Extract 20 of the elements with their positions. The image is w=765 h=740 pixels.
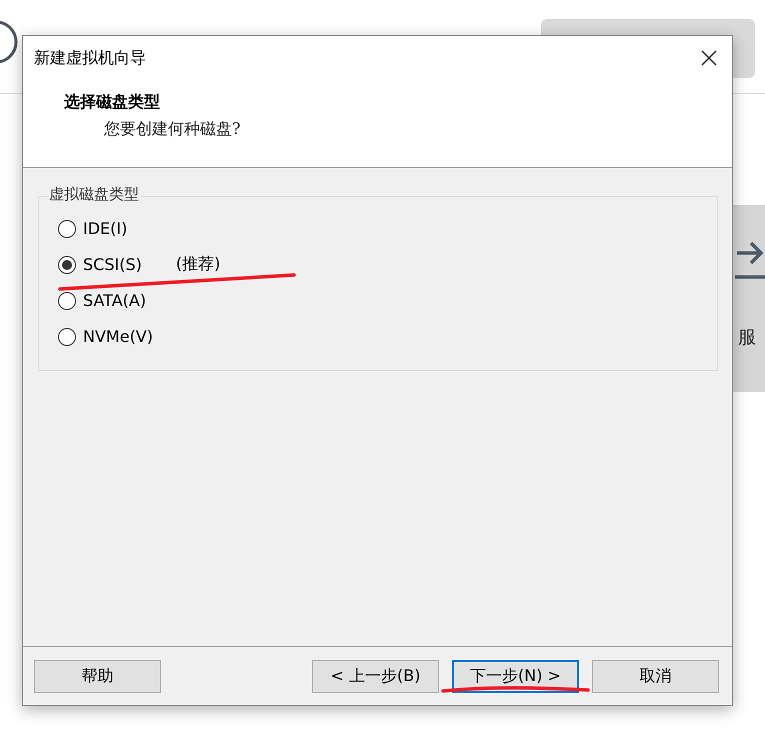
close-icon bbox=[701, 50, 717, 66]
side-panel[interactable]: 服 bbox=[733, 205, 765, 392]
radio-label[interactable]: SCSI(S) bbox=[83, 255, 142, 274]
radio-button[interactable] bbox=[58, 292, 76, 310]
radio-label[interactable]: NVMe(V) bbox=[83, 327, 153, 346]
arrow-icon bbox=[735, 241, 765, 281]
group-label: 虚拟磁盘类型 bbox=[47, 185, 141, 204]
radio-label[interactable]: IDE(I) bbox=[83, 219, 128, 238]
step-title: 选择磁盘类型 bbox=[64, 91, 161, 113]
step-subtitle: 您要创建何种磁盘? bbox=[103, 119, 242, 140]
panel-label: 服 bbox=[738, 326, 756, 349]
dialog-button[interactable]: < 上一步(B) bbox=[312, 660, 439, 692]
radio-button[interactable] bbox=[58, 220, 76, 238]
radio-button[interactable] bbox=[58, 256, 76, 274]
radio-label[interactable]: SATA(A) bbox=[83, 291, 146, 310]
recommended-note: (推荐) bbox=[176, 254, 220, 275]
window-title: 新建虚拟机向导 bbox=[34, 48, 146, 68]
dialog-button[interactable]: 帮助 bbox=[34, 660, 161, 692]
radio-button[interactable] bbox=[58, 328, 76, 346]
dialog-button[interactable]: 取消 bbox=[592, 660, 719, 692]
